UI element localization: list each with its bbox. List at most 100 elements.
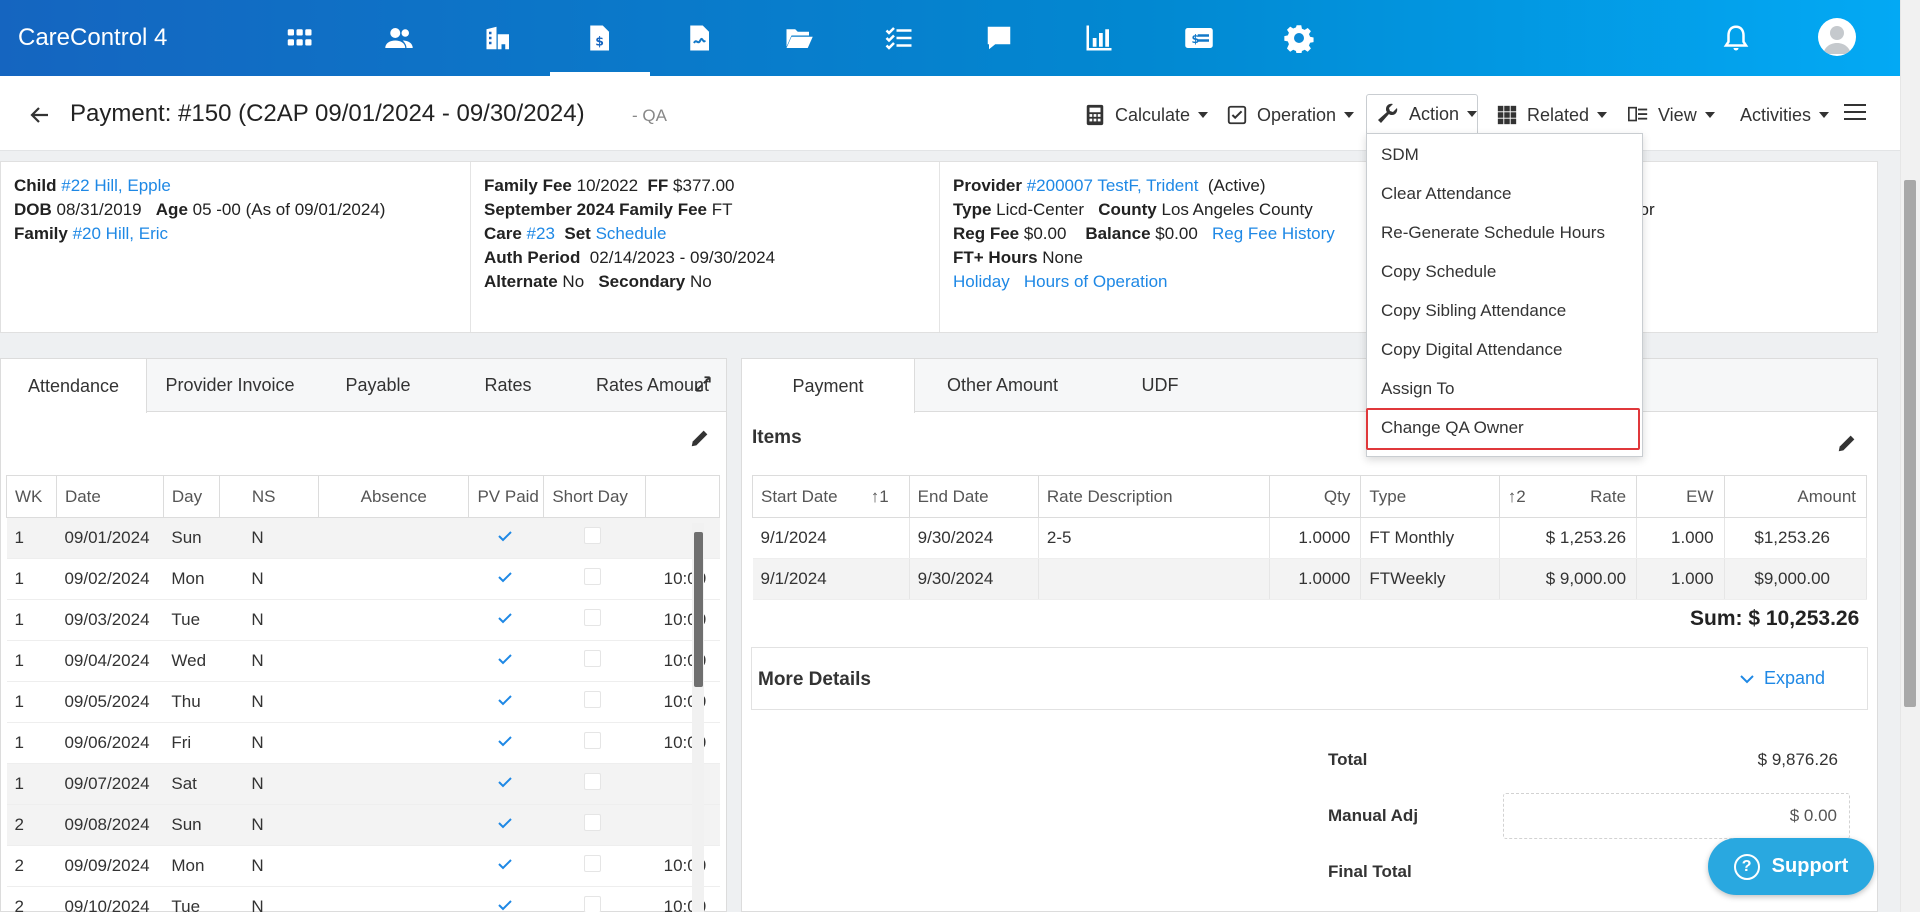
id-card-icon[interactable]: $: [1183, 22, 1215, 54]
tab-udf[interactable]: UDF: [1090, 359, 1230, 412]
short-day-cell[interactable]: [543, 599, 646, 641]
col-ns[interactable]: NS: [218, 475, 319, 518]
short-day-cell[interactable]: [543, 558, 646, 600]
apps-grid-icon[interactable]: [283, 22, 315, 54]
avatar[interactable]: [1818, 18, 1856, 56]
table-row[interactable]: 1 09/07/2024 Sat N: [6, 763, 720, 805]
pv-paid-cell[interactable]: [468, 804, 544, 846]
absence-cell[interactable]: [318, 722, 469, 764]
pv-paid-cell[interactable]: [468, 640, 544, 682]
col-qty[interactable]: Qty: [1268, 475, 1362, 518]
menu-item-copy-schedule[interactable]: Copy Schedule: [1381, 256, 1496, 288]
menu-item-regenerate-schedule-hours[interactable]: Re-Generate Schedule Hours: [1381, 217, 1605, 249]
absence-cell[interactable]: [318, 599, 469, 641]
short-day-cell[interactable]: [543, 886, 646, 912]
care-link[interactable]: #23: [527, 224, 555, 243]
pv-paid-cell[interactable]: [468, 722, 544, 764]
menu-item-sdm[interactable]: SDM: [1381, 139, 1419, 171]
tab-other-amount[interactable]: Other Amount: [915, 359, 1090, 412]
absence-cell[interactable]: [318, 558, 469, 600]
short-day-checkbox[interactable]: [583, 568, 601, 585]
app-brand[interactable]: CareControl 4: [18, 24, 167, 52]
pv-paid-cell[interactable]: [468, 517, 544, 559]
table-row[interactable]: 2 09/08/2024 Sun N: [6, 804, 720, 846]
col-start-date[interactable]: Start Date ↑1: [752, 475, 910, 518]
col-wk[interactable]: WK: [6, 475, 57, 518]
col-rate-description[interactable]: Rate Description: [1037, 475, 1270, 518]
schedule-link[interactable]: Schedule: [596, 224, 667, 243]
payment-document-icon[interactable]: $: [583, 22, 615, 54]
table-row[interactable]: 9/1/2024 9/30/2024 2-5 1.0000 FT Monthly $ 1,…: [752, 517, 1868, 559]
short-day-cell[interactable]: [543, 845, 646, 887]
hours-of-operation-link[interactable]: Hours of Operation: [1024, 272, 1168, 291]
short-day-cell[interactable]: [543, 517, 646, 559]
pv-paid-cell[interactable]: [468, 681, 544, 723]
child-link[interactable]: #22 Hill, Epple: [61, 176, 171, 195]
people-icon[interactable]: [383, 22, 415, 54]
edit-pencil-icon[interactable]: [1836, 432, 1858, 454]
short-day-cell[interactable]: [543, 763, 646, 805]
table-row[interactable]: 9/1/2024 9/30/2024 1.0000 FTWeekly $ 9,000.0…: [752, 558, 1868, 600]
short-day-cell[interactable]: [543, 681, 646, 723]
view-button[interactable]: View: [1627, 100, 1715, 130]
absence-cell[interactable]: [318, 681, 469, 723]
bar-chart-icon[interactable]: [1083, 22, 1115, 54]
pv-paid-cell[interactable]: [468, 845, 544, 887]
menu-item-assign-to[interactable]: Assign To: [1381, 373, 1454, 405]
family-link[interactable]: #20 Hill, Eric: [73, 224, 168, 243]
col-pv-paid[interactable]: PV Paid: [468, 475, 545, 518]
gear-icon[interactable]: [1283, 22, 1315, 54]
absence-cell[interactable]: [318, 640, 469, 682]
hamburger-menu-icon[interactable]: [1844, 104, 1866, 122]
col-day[interactable]: Day: [162, 475, 220, 518]
short-day-checkbox[interactable]: [583, 527, 601, 544]
support-button[interactable]: ? Support: [1708, 838, 1874, 895]
provider-link[interactable]: #200007 TestF, Trident: [1027, 176, 1199, 195]
table-row[interactable]: 1 09/05/2024 Thu N 10:00: [6, 681, 720, 723]
pv-paid-cell[interactable]: [468, 763, 544, 805]
operation-button[interactable]: Operation: [1226, 100, 1355, 130]
short-day-checkbox[interactable]: [583, 896, 601, 912]
table-row[interactable]: 2 09/10/2024 Tue N 10:00: [6, 886, 720, 912]
tab-rates[interactable]: Rates: [443, 359, 573, 412]
short-day-checkbox[interactable]: [583, 814, 601, 831]
col-ew[interactable]: EW: [1636, 475, 1725, 518]
short-day-checkbox[interactable]: [583, 650, 601, 667]
absence-cell[interactable]: [318, 886, 469, 912]
absence-cell[interactable]: [318, 804, 469, 846]
short-day-checkbox[interactable]: [583, 855, 601, 872]
table-row[interactable]: 1 09/01/2024 Sun N: [6, 517, 720, 559]
chat-icon[interactable]: [983, 22, 1015, 54]
related-button[interactable]: Related: [1496, 100, 1608, 130]
col-end-date[interactable]: End Date: [908, 475, 1039, 518]
calculate-button[interactable]: Calculate: [1084, 100, 1209, 130]
edit-pencil-icon[interactable]: [689, 427, 711, 449]
manual-adj-input[interactable]: $ 0.00: [1503, 793, 1850, 839]
buildings-icon[interactable]: [483, 22, 515, 54]
col-short-day[interactable]: Short Day: [543, 475, 647, 518]
tab-attendance[interactable]: Attendance: [1, 359, 147, 413]
folder-icon[interactable]: [783, 22, 815, 54]
expand-button[interactable]: Expand: [1738, 668, 1825, 689]
absence-cell[interactable]: [318, 763, 469, 805]
page-scrollbar-thumb[interactable]: [1904, 180, 1916, 707]
bell-icon[interactable]: [1720, 22, 1752, 54]
pv-paid-cell[interactable]: [468, 886, 544, 912]
col-rate[interactable]: ↑2 Rate: [1498, 475, 1638, 518]
col-amount[interactable]: Amount: [1723, 475, 1868, 518]
table-row[interactable]: 1 09/06/2024 Fri N 10:00: [6, 722, 720, 764]
absence-cell[interactable]: [318, 845, 469, 887]
short-day-checkbox[interactable]: [583, 732, 601, 749]
col-date[interactable]: Date: [55, 475, 164, 518]
pv-paid-cell[interactable]: [468, 558, 544, 600]
table-row[interactable]: 2 09/09/2024 Mon N 10:00: [6, 845, 720, 887]
menu-item-clear-attendance[interactable]: Clear Attendance: [1381, 178, 1511, 210]
table-row[interactable]: 1 09/03/2024 Tue N 10:00: [6, 599, 720, 641]
menu-item-copy-digital-attendance[interactable]: Copy Digital Attendance: [1381, 334, 1562, 366]
pv-paid-cell[interactable]: [468, 599, 544, 641]
col-type[interactable]: Type: [1360, 475, 1500, 518]
short-day-checkbox[interactable]: [583, 609, 601, 626]
tab-payment[interactable]: Payment: [742, 359, 915, 413]
holiday-link[interactable]: Holiday: [953, 272, 1010, 291]
signature-document-icon[interactable]: [683, 22, 715, 54]
